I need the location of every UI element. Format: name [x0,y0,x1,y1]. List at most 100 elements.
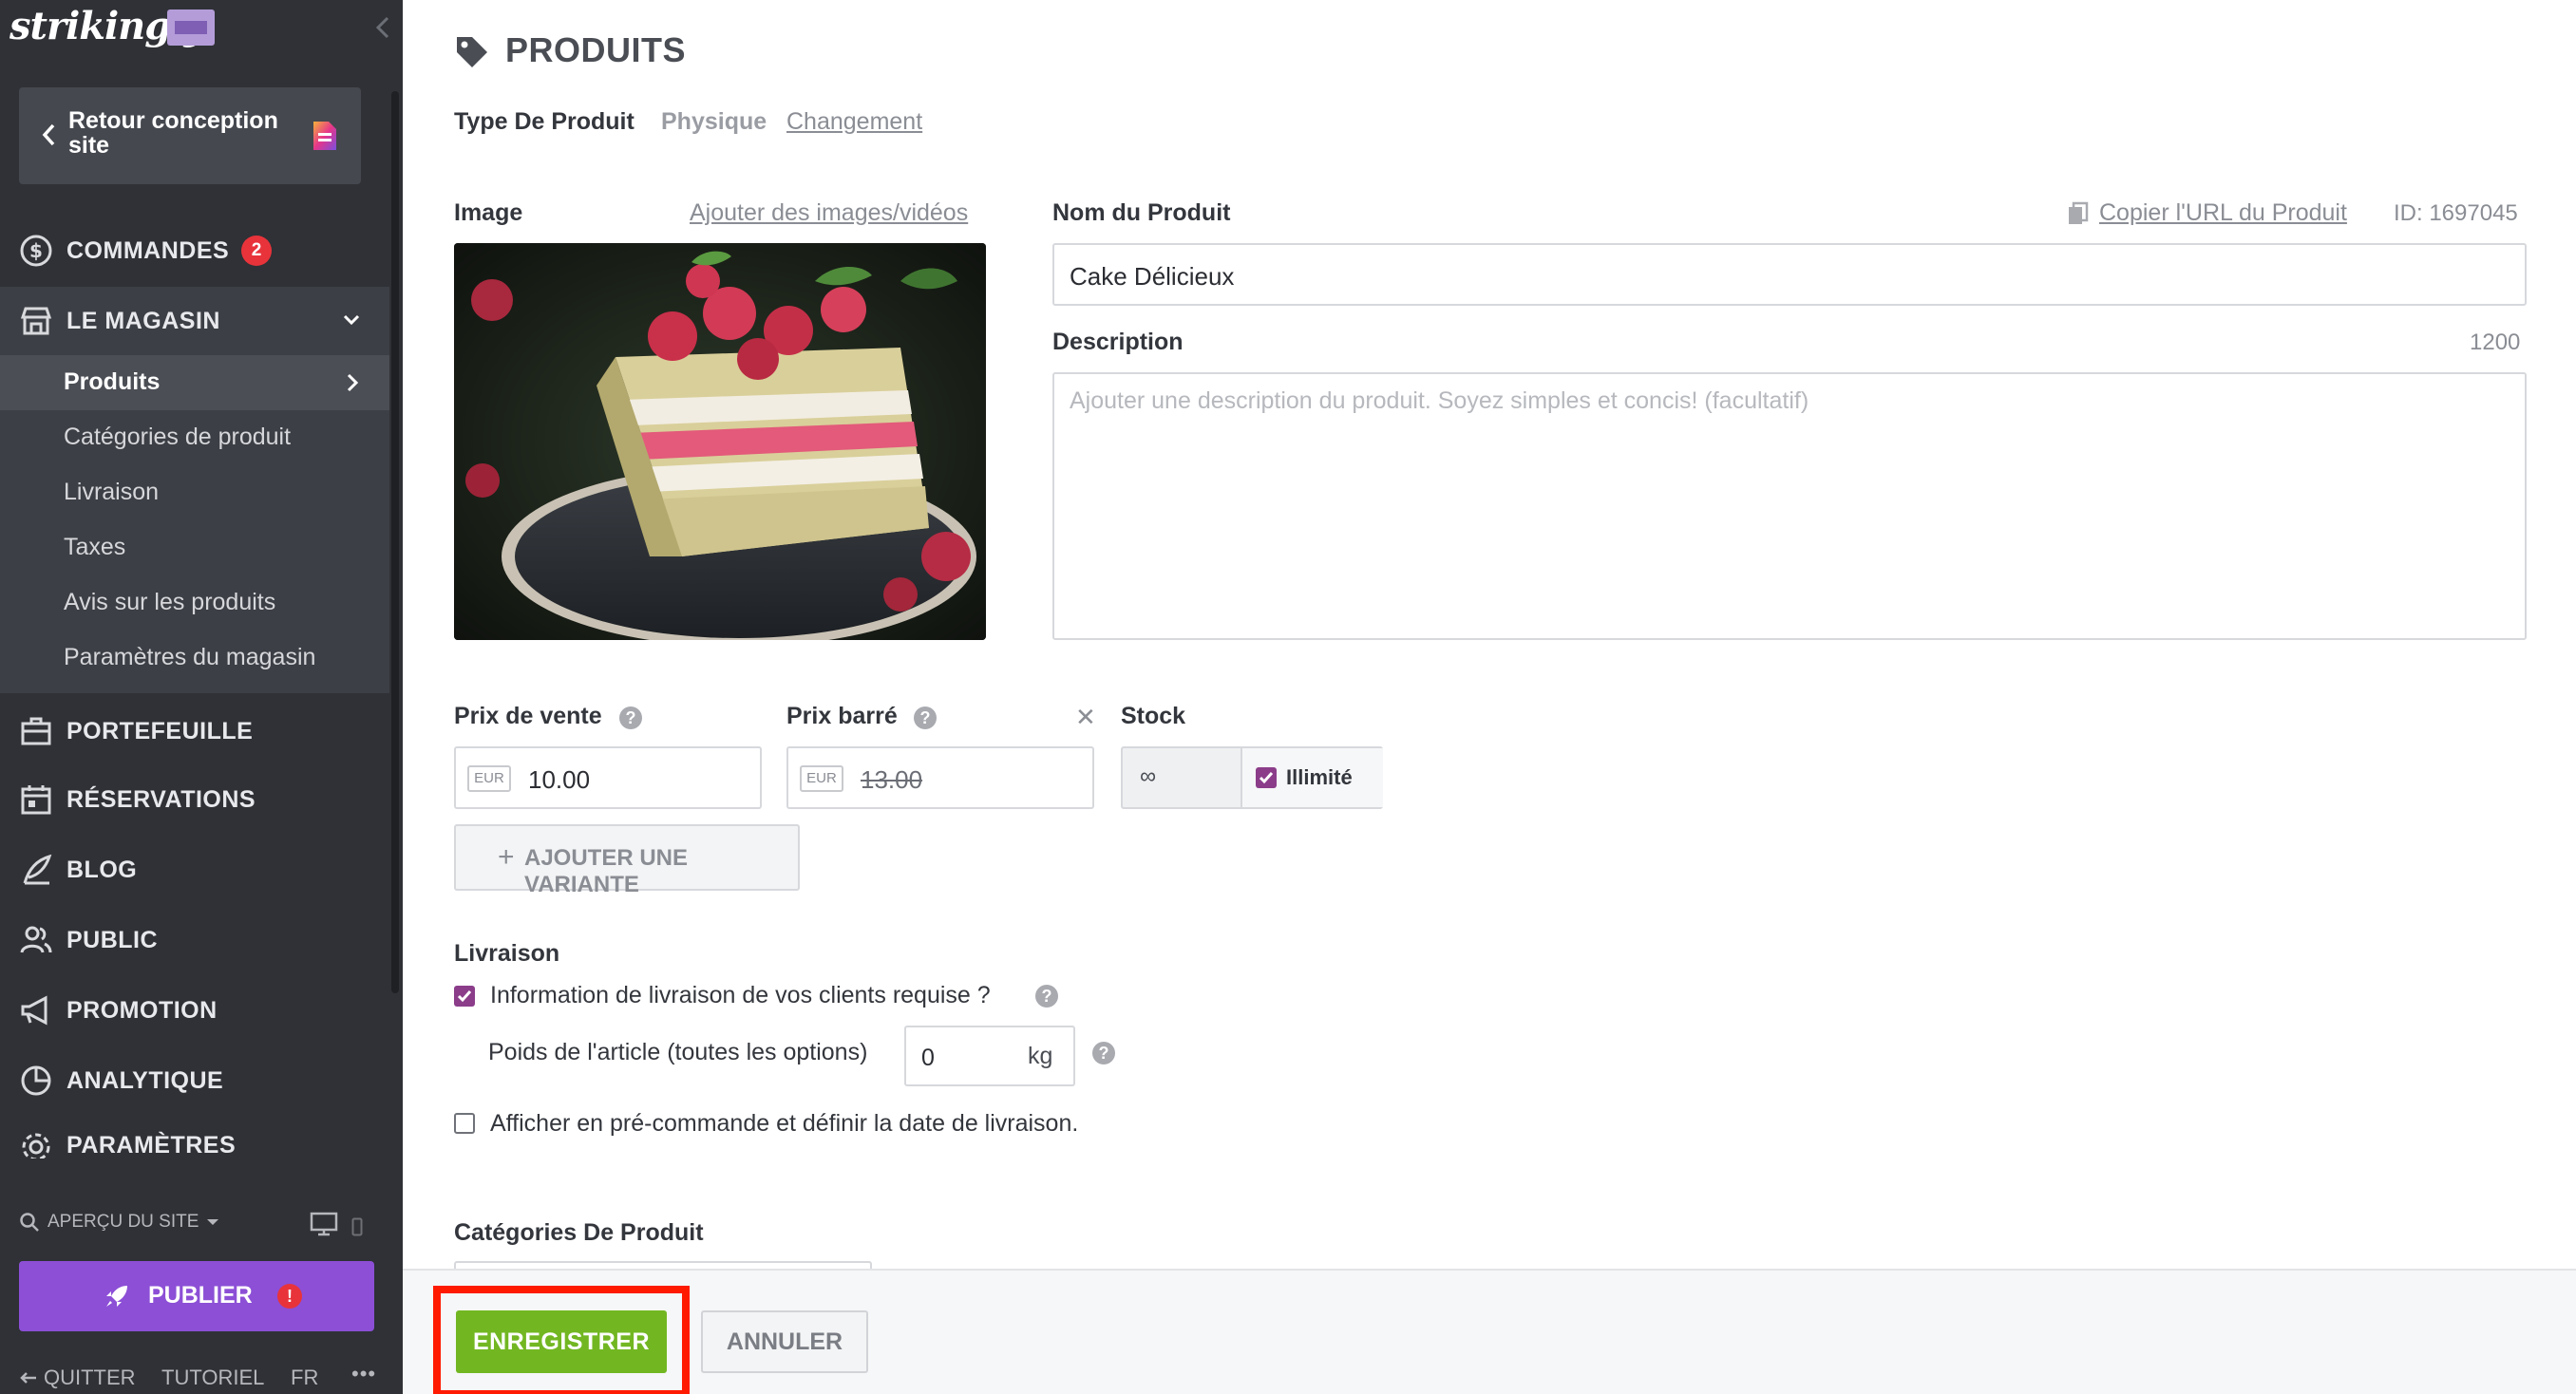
language-selector[interactable]: FR [291,1366,318,1390]
tutorial-link[interactable]: TUTORIEL [161,1366,264,1390]
checkbox-checked-icon [1256,767,1277,788]
submenu-products[interactable]: Produits [0,355,389,410]
sale-price-value: 10.00 [528,765,591,794]
nav-reservations-label: RÉSERVATIONS [66,785,256,813]
nav-promotion[interactable]: PROMOTION [0,976,389,1045]
checkbox-checked-icon[interactable] [454,986,475,1007]
submenu-store-settings-label: Paramètres du magasin [64,644,316,670]
nav-public[interactable]: PUBLIC [0,906,389,974]
feather-icon [19,853,53,887]
unlimited-toggle[interactable]: Illimité [1241,748,1383,807]
product-type-label: Type De Produit [454,108,635,135]
chevron-right-icon [346,372,359,393]
more-menu-button[interactable]: ••• [351,1362,376,1386]
gear-icon [19,1130,53,1159]
nav-analytics[interactable]: ANALYTIQUE [0,1046,389,1115]
back-to-site-design-label: Retour conception site [68,107,278,159]
nav-orders-label: COMMANDES [66,236,230,264]
weight-unit: kg [1028,1043,1053,1069]
search-icon [19,1212,40,1233]
save-button[interactable]: ENREGISTRER [456,1310,667,1373]
nav-reservations[interactable]: RÉSERVATIONS [0,765,389,834]
add-variant-button[interactable]: + AJOUTER UNE VARIANTE [454,824,800,897]
action-bar: ENREGISTRER ANNULER [403,1269,2576,1394]
chevron-left-icon[interactable] [374,15,391,40]
orders-count-badge: 2 [241,235,272,266]
help-icon[interactable]: ? [914,706,937,729]
product-categories-label: Catégories De Produit [454,1219,704,1246]
stock-value: ∞ [1140,763,1157,789]
shipping-section-label: Livraison [454,940,560,967]
help-icon[interactable]: ? [1035,985,1058,1008]
description-textarea[interactable]: Ajouter une description du produit. Soye… [1052,372,2527,640]
add-images-videos-link[interactable]: Ajouter des images/vidéos [690,199,968,227]
nav-orders[interactable]: $ COMMANDES 2 [0,217,389,285]
copy-product-url-link[interactable]: Copier l'URL du Produit [2099,199,2347,227]
image-label: Image [454,199,523,226]
people-icon [19,923,53,957]
document-icon [312,120,338,152]
stock-label: Stock [1121,703,1186,729]
nav-portfolio-label: PORTEFEUILLE [66,717,254,744]
stock-field[interactable]: ∞ Illimité [1121,746,1383,809]
description-label: Description [1052,329,1184,355]
desktop-icon[interactable] [310,1212,338,1236]
submenu-shipping[interactable]: Livraison [0,465,389,520]
nav-promotion-label: PROMOTION [66,996,218,1024]
nav-store[interactable]: LE MAGASIN [0,287,389,355]
submenu-taxes[interactable]: Taxes [0,520,389,575]
submenu-reviews-label: Avis sur les produits [64,589,276,615]
nav-public-label: PUBLIC [66,926,159,953]
product-name-input[interactable]: Cake Délicieux [1052,243,2527,306]
nav-portfolio[interactable]: PORTEFEUILLE [0,697,389,765]
sidebar-scrollbar[interactable] [391,91,399,993]
product-name-value: Cake Délicieux [1070,262,1235,291]
submenu-shipping-label: Livraison [64,479,160,505]
help-icon[interactable]: ? [1092,1042,1115,1064]
device-toggle [310,1212,363,1236]
shipping-required-label[interactable]: Information de livraison de vos clients … [490,982,991,1009]
submenu-reviews[interactable]: Avis sur les produits [0,575,389,631]
nav-blog[interactable]: BLOG [0,836,389,904]
description-placeholder: Ajouter une description du produit. Soye… [1070,387,1809,414]
dollar-circle-icon: $ [19,234,53,268]
strike-price-label: Prix barré [786,703,898,729]
site-preview-dropdown[interactable]: APERÇU DU SITE [19,1212,219,1233]
publish-button[interactable]: PUBLIER ! [19,1261,374,1331]
nav-settings[interactable]: PARAMÈTRES [0,1117,389,1159]
weight-input[interactable]: 0 kg [904,1026,1075,1086]
sale-price-input[interactable]: EUR 10.00 [454,746,762,809]
sale-price-currency: EUR [467,765,511,792]
help-icon[interactable]: ? [619,706,642,729]
weight-value: 0 [921,1045,935,1071]
publish-label: PUBLIER [148,1282,253,1309]
copy-icon [2067,201,2090,226]
rocket-icon [103,1282,131,1310]
nav-settings-label: PARAMÈTRES [66,1132,237,1159]
nav-analytics-label: ANALYTIQUE [66,1066,224,1094]
description-char-counter: 1200 [2470,330,2521,355]
quit-label: QUITTER [44,1366,136,1389]
submenu-store-settings[interactable]: Paramètres du magasin [0,631,389,686]
product-image[interactable] [454,243,986,640]
preorder-label[interactable]: Afficher en pré-commande et définir la d… [490,1110,1078,1138]
back-to-site-design-button[interactable]: Retour conception site [19,87,361,184]
close-icon[interactable]: ✕ [1075,703,1096,732]
pie-chart-icon [19,1064,53,1098]
caret-down-icon [206,1217,219,1227]
svg-text:$: $ [29,239,43,262]
nav-blog-label: BLOG [66,856,138,883]
submenu-products-label: Produits [64,368,161,395]
change-product-type-link[interactable]: Changement [786,108,922,136]
briefcase-icon [19,714,53,748]
product-name-label: Nom du Produit [1052,199,1231,226]
checkbox-empty-icon[interactable] [454,1113,475,1134]
sidebar: strikingly Retour conception site $ COMM… [0,0,403,1394]
cancel-button[interactable]: ANNULER [701,1310,868,1373]
mobile-icon[interactable] [351,1217,363,1236]
submenu-categories[interactable]: Catégories de produit [0,410,389,465]
page-title: PRODUITS [505,30,687,69]
chevron-left-icon [40,122,57,148]
quit-link[interactable]: QUITTER [19,1366,136,1390]
strike-price-input[interactable]: EUR 13.00 [786,746,1094,809]
